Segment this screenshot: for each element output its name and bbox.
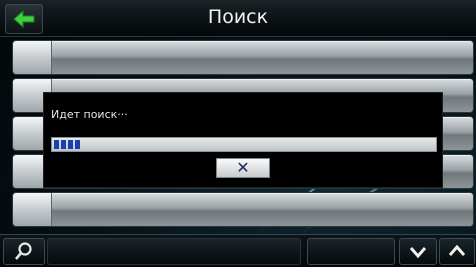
search-progress-dialog: Идет поиск··· ✕ [43,92,443,188]
close-icon: ✕ [236,158,250,177]
search-button[interactable] [3,238,45,265]
search-status-text: Идет поиск··· [51,108,128,121]
list-item-cap [13,193,52,226]
list-item-cap [13,41,52,74]
page-title: Поиск [207,6,269,28]
navigator-screen: Поиск Идет поиск··· ✕ [0,0,476,267]
list-item[interactable] [12,192,474,227]
progress-fill [54,140,82,149]
progress-segment [68,140,73,149]
cancel-search-button[interactable]: ✕ [216,158,270,178]
magnifier-icon [15,242,32,260]
search-progress-bar [51,137,437,152]
progress-segment [54,140,59,149]
list-item[interactable] [12,40,474,75]
chevron-up-icon [448,244,466,256]
title-bar: Поиск [0,0,476,37]
progress-segment [61,140,66,149]
toolbar-field [47,238,301,265]
progress-segment [75,140,80,149]
scroll-up-button[interactable] [439,238,475,265]
chevron-down-icon [409,247,427,259]
toolbar-action-button[interactable] [307,238,395,265]
bottom-toolbar [0,234,476,267]
scroll-down-button[interactable] [399,238,437,265]
